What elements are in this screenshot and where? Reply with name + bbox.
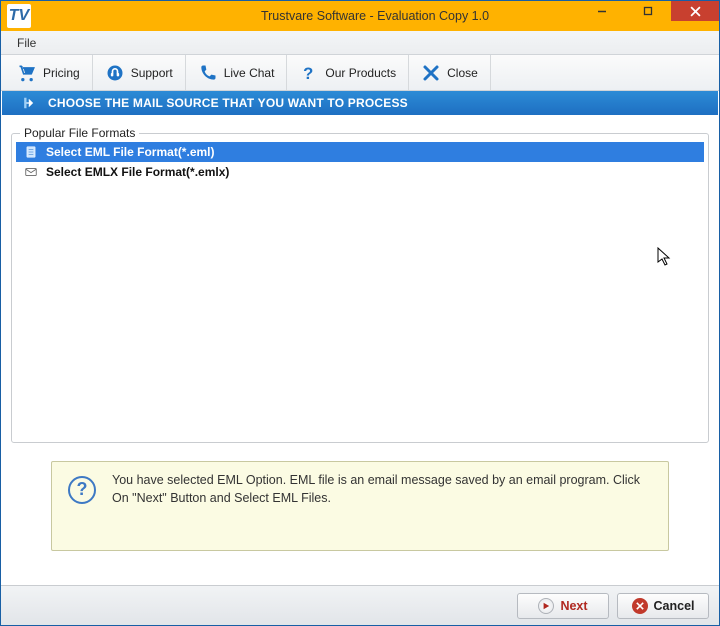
cancel-circle-icon bbox=[632, 598, 648, 614]
section-heading-text: CHOOSE THE MAIL SOURCE THAT YOU WANT TO … bbox=[48, 96, 408, 110]
info-text: You have selected EML Option. EML file i… bbox=[112, 472, 652, 507]
toolbar-pricing-label: Pricing bbox=[43, 66, 80, 80]
arrow-icon bbox=[22, 95, 38, 111]
window-close-button[interactable] bbox=[671, 1, 719, 21]
toolbar-products-button[interactable]: ? Our Products bbox=[287, 55, 409, 90]
x-icon bbox=[421, 63, 441, 83]
app-logo-icon: TV bbox=[7, 4, 31, 28]
format-item-label: Select EML File Format(*.eml) bbox=[46, 145, 215, 159]
svg-text:?: ? bbox=[304, 63, 314, 82]
maximize-button[interactable] bbox=[625, 1, 671, 21]
next-button-label: Next bbox=[560, 599, 587, 613]
headset-icon bbox=[105, 63, 125, 83]
formats-fieldset: Popular File Formats Select EML File For… bbox=[11, 133, 709, 443]
formats-legend: Popular File Formats bbox=[20, 126, 139, 140]
toolbar-pricing-button[interactable]: Pricing bbox=[5, 55, 93, 90]
app-window: TV Trustvare Software - Evaluation Copy … bbox=[0, 0, 720, 626]
cancel-button-label: Cancel bbox=[654, 599, 695, 613]
toolbar-close-button[interactable]: Close bbox=[409, 55, 491, 90]
toolbar-close-label: Close bbox=[447, 66, 478, 80]
window-controls bbox=[579, 1, 719, 21]
toolbar-livechat-label: Live Chat bbox=[224, 66, 275, 80]
toolbar-support-label: Support bbox=[131, 66, 173, 80]
toolbar-livechat-button[interactable]: Live Chat bbox=[186, 55, 288, 90]
format-item-emlx[interactable]: Select EMLX File Format(*.emlx) bbox=[16, 162, 704, 182]
body-area: Popular File Formats Select EML File For… bbox=[1, 115, 719, 585]
title-bar: TV Trustvare Software - Evaluation Copy … bbox=[1, 1, 719, 31]
question-icon: ? bbox=[299, 63, 319, 83]
menu-file[interactable]: File bbox=[7, 31, 46, 54]
info-box: ? You have selected EML Option. EML file… bbox=[51, 461, 669, 551]
play-icon bbox=[538, 598, 554, 614]
document-icon bbox=[24, 145, 38, 159]
minimize-icon bbox=[597, 6, 607, 16]
cart-icon bbox=[17, 63, 37, 83]
format-item-eml[interactable]: Select EML File Format(*.eml) bbox=[16, 142, 704, 162]
menu-bar: File bbox=[1, 31, 719, 55]
toolbar-support-button[interactable]: Support bbox=[93, 55, 186, 90]
close-icon bbox=[690, 6, 701, 17]
phone-icon bbox=[198, 63, 218, 83]
envelope-icon bbox=[24, 165, 38, 179]
cancel-button[interactable]: Cancel bbox=[617, 593, 709, 619]
minimize-button[interactable] bbox=[579, 1, 625, 21]
format-item-label: Select EMLX File Format(*.emlx) bbox=[46, 165, 229, 179]
section-header: CHOOSE THE MAIL SOURCE THAT YOU WANT TO … bbox=[2, 91, 718, 115]
maximize-icon bbox=[643, 6, 653, 16]
info-question-icon: ? bbox=[68, 476, 96, 504]
toolbar: Pricing Support Live Chat ? Our Products… bbox=[1, 55, 719, 91]
toolbar-products-label: Our Products bbox=[325, 66, 396, 80]
formats-list: Select EML File Format(*.eml) Select EML… bbox=[16, 142, 704, 182]
footer-bar: Next Cancel bbox=[1, 585, 719, 625]
next-button[interactable]: Next bbox=[517, 593, 609, 619]
